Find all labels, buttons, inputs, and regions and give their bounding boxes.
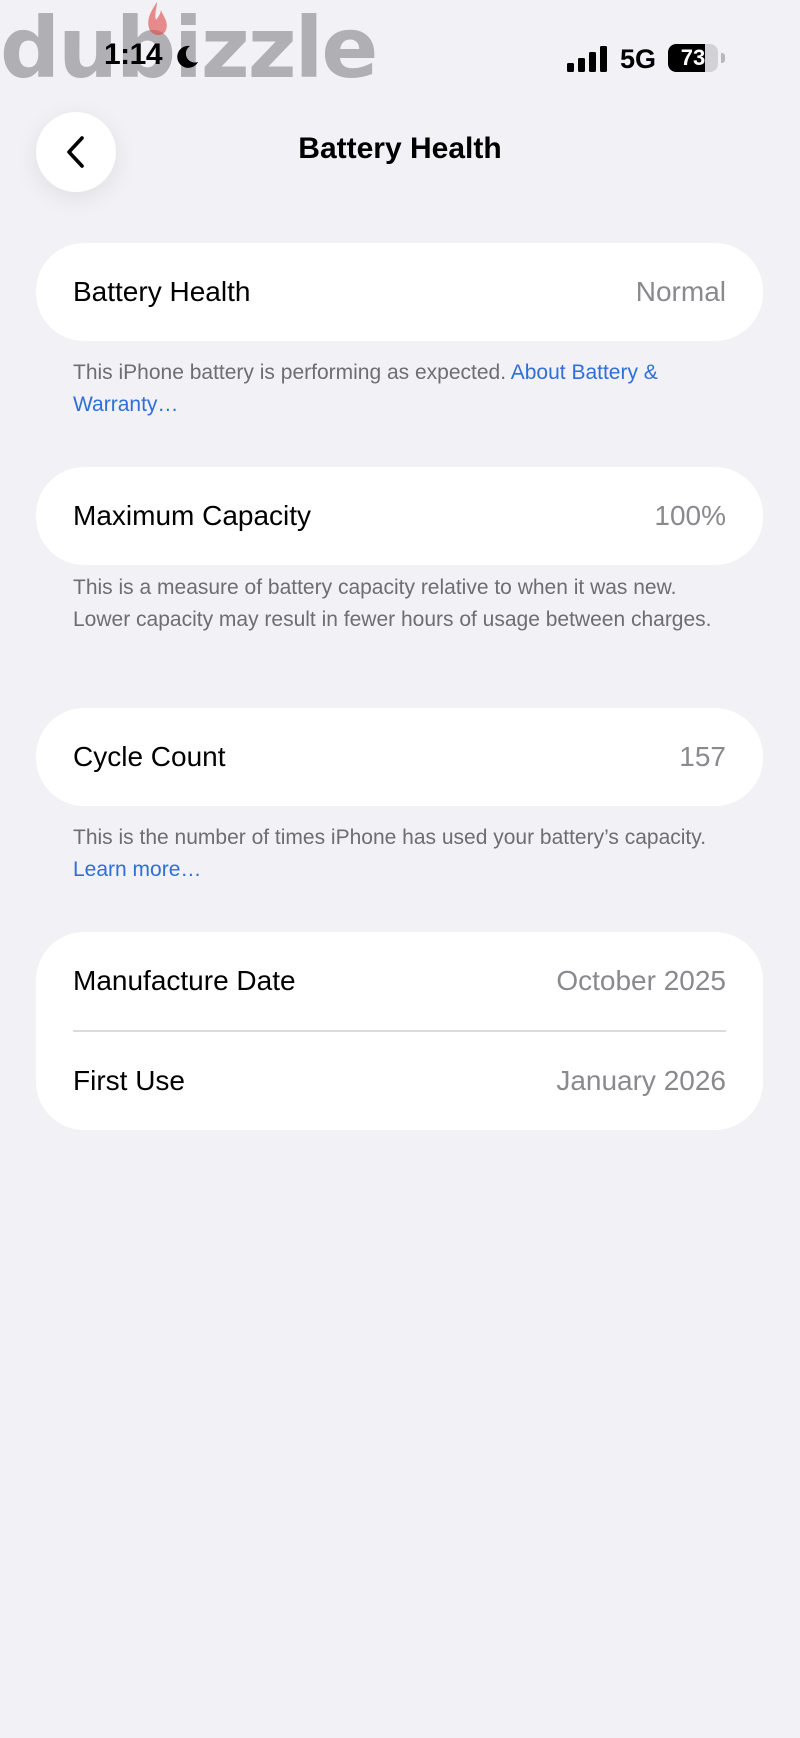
status-bar: dubizzle 1:14 5G 73 <box>0 0 800 110</box>
first-use-label: First Use <box>73 1065 185 1096</box>
manufacture-date-label: Manufacture Date <box>73 965 296 996</box>
moon-icon <box>177 45 198 68</box>
battery-percentage: 73 <box>680 45 706 70</box>
maximum-capacity-card: Maximum Capacity 100% <box>36 467 763 565</box>
maximum-capacity-label: Maximum Capacity <box>73 500 312 531</box>
manufacture-date-value: October 2025 <box>556 965 726 996</box>
cycle-count-value: 157 <box>679 741 726 772</box>
first-use-value: January 2026 <box>556 1065 726 1096</box>
battery-health-label: Battery Health <box>73 276 251 307</box>
battery-health-footnote-text: This iPhone battery is performing as exp… <box>73 361 511 384</box>
network-type: 5G <box>620 44 657 74</box>
cycle-count-row: Cycle Count 157 <box>36 708 763 806</box>
cycle-count-card: Cycle Count 157 <box>36 708 763 806</box>
cycle-count-footnote-text: This is the number of times iPhone has u… <box>73 826 707 849</box>
first-use-row: First Use January 2026 <box>36 1032 763 1130</box>
battery-icon: 73 <box>668 44 726 72</box>
battery-dates-card: Manufacture Date October 2025 First Use … <box>36 932 763 1130</box>
cycle-count-footnote: This is the number of times iPhone has u… <box>73 822 733 886</box>
signal-icon <box>567 46 607 72</box>
flame-icon <box>148 2 167 36</box>
cycle-count-label: Cycle Count <box>73 741 226 772</box>
battery-health-value: Normal <box>635 276 726 307</box>
maximum-capacity-value: 100% <box>654 500 726 531</box>
maximum-capacity-footnote: This is a measure of battery capacity re… <box>73 576 712 631</box>
manufacture-date-row: Manufacture Date October 2025 <box>36 932 763 1030</box>
learn-more-link[interactable]: Learn more… <box>73 858 201 881</box>
battery-health-footnote: This iPhone battery is performing as exp… <box>73 357 733 421</box>
page-title: Battery Health <box>298 132 502 165</box>
maximum-capacity-row: Maximum Capacity 100% <box>36 467 763 565</box>
battery-health-card: Battery Health Normal <box>36 243 763 341</box>
battery-health-row: Battery Health Normal <box>36 243 763 341</box>
status-time: 1:14 <box>104 38 163 71</box>
